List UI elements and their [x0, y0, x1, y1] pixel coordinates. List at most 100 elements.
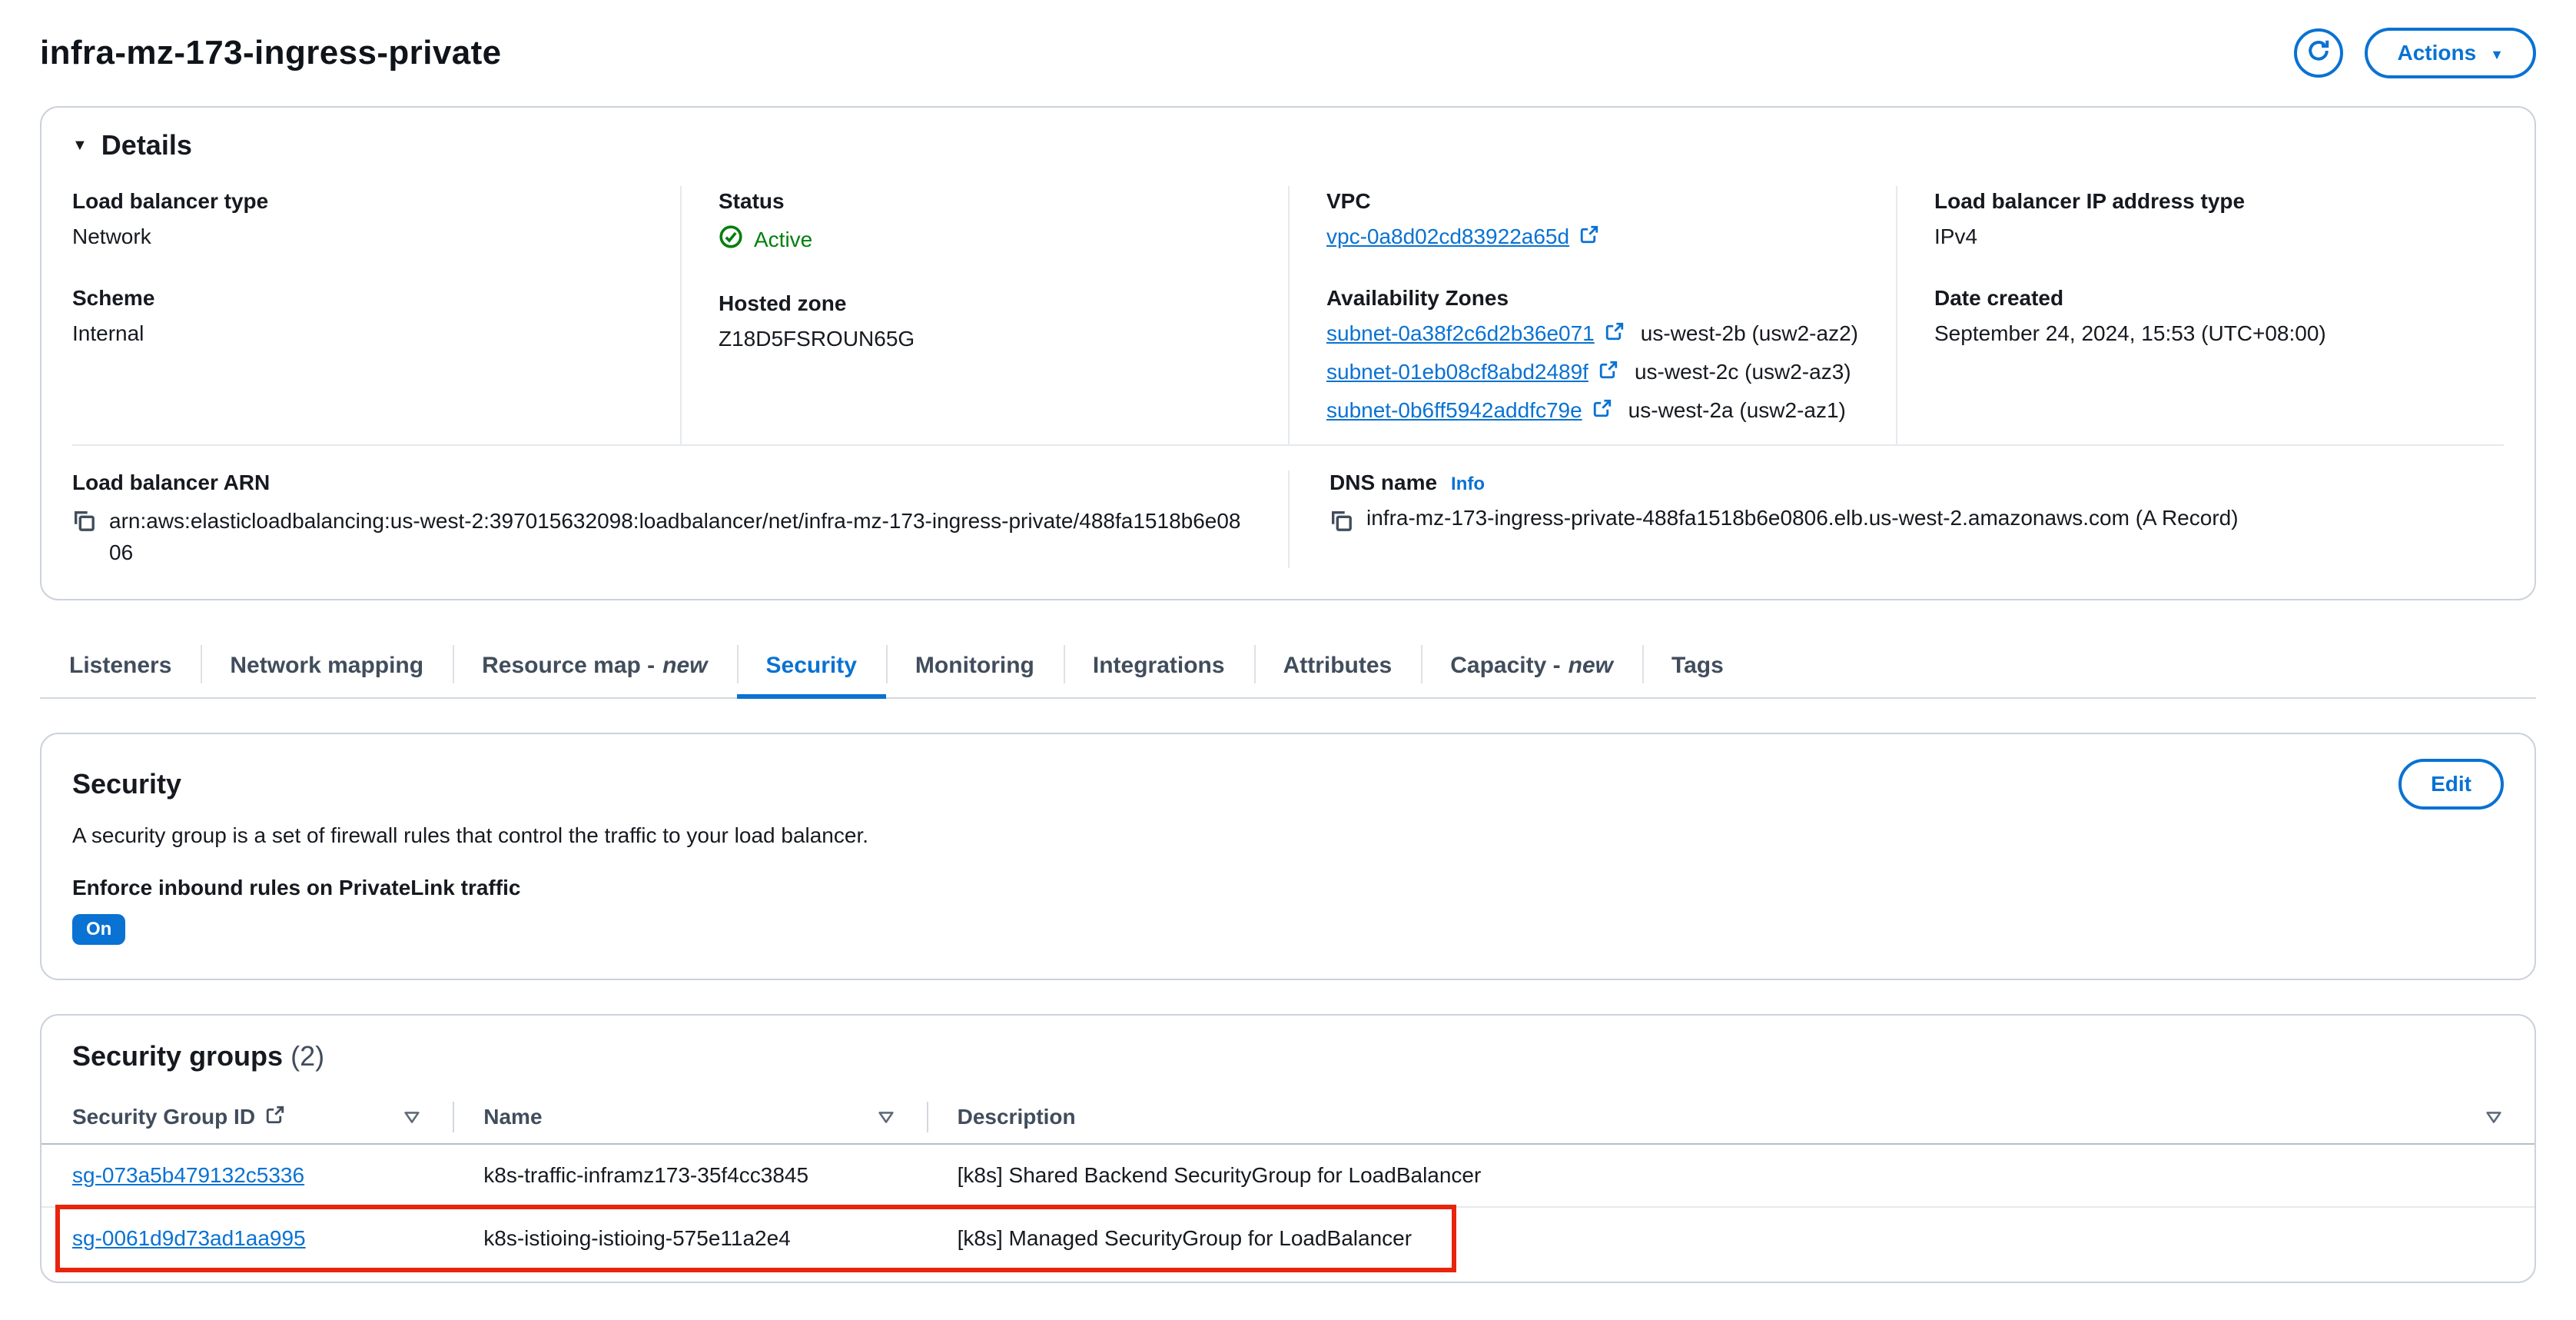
subnet-link[interactable]: subnet-01eb08cf8abd2489f	[1326, 360, 1588, 384]
privatelink-status-badge: On	[72, 914, 126, 946]
dns-value: infra-mz-173-ingress-private-488fa1518b6…	[1366, 506, 2239, 530]
tab-label: Network mapping	[230, 653, 424, 679]
details-column-3: VPC vpc-0a8d02cd83922a65d Availability Z…	[1288, 186, 1896, 444]
field-label: Load balancer type	[72, 189, 269, 213]
field-scheme: Scheme Internal	[72, 286, 643, 346]
security-group-name: k8s-istioing-istioing-575e11a2e4	[483, 1226, 791, 1251]
tab-label: Monitoring	[915, 653, 1034, 679]
security-groups-table: Security Group ID Name Description sg-07…	[41, 1091, 2535, 1282]
column-header-name[interactable]: Name	[453, 1091, 926, 1143]
tab-monitoring[interactable]: Monitoring	[885, 634, 1064, 697]
tab-label: Security	[765, 653, 857, 679]
security-panel: Security Edit A security group is a set …	[40, 733, 2536, 981]
actions-button-label: Actions	[2397, 41, 2477, 65]
security-group-link[interactable]: sg-073a5b479132c5336	[72, 1163, 304, 1187]
load-balancer-page: infra-mz-173-ingress-private Actions ▼ ▼…	[0, 0, 2576, 1320]
table-row: sg-0061d9d73ad1aa995 k8s-istioing-istioi…	[41, 1205, 2535, 1273]
vpc-link[interactable]: vpc-0a8d02cd83922a65d	[1326, 224, 1569, 249]
sort-icon[interactable]	[876, 1107, 896, 1127]
privatelink-label: Enforce inbound rules on PrivateLink tra…	[72, 876, 521, 900]
copy-icon	[1329, 511, 1353, 537]
field-label: Load balancer IP address type	[1934, 189, 2246, 213]
page-header: infra-mz-173-ingress-private Actions ▼	[40, 28, 2536, 78]
security-groups-panel: Security groups (2) Security Group ID Na…	[40, 1014, 2536, 1284]
tab-bar: Listeners Network mapping Resource map -…	[40, 634, 2536, 700]
field-label: Availability Zones	[1326, 286, 1509, 310]
field-status: Status Active	[719, 189, 1251, 254]
dns-info-link[interactable]: Info	[1451, 474, 1485, 495]
az-row: subnet-0b6ff5942addfc79e us-west-2a (usw…	[1326, 398, 1859, 423]
field-availability-zones: Availability Zones subnet-0a38f2c6d2b36e…	[1326, 286, 1859, 423]
subnet-link[interactable]: subnet-0a38f2c6d2b36e071	[1326, 321, 1595, 346]
copy-arn-button[interactable]	[72, 509, 95, 537]
details-column-1: Load balancer type Network Scheme Intern…	[72, 186, 680, 444]
tab-integrations[interactable]: Integrations	[1063, 634, 1254, 697]
tab-capacity[interactable]: Capacity - new	[1421, 634, 1642, 697]
tab-new-badge: new	[662, 653, 708, 679]
az-zone-label: us-west-2c (usw2-az3)	[1634, 360, 1851, 384]
subnet-link[interactable]: subnet-0b6ff5942addfc79e	[1326, 398, 1582, 423]
tab-tags[interactable]: Tags	[1642, 634, 1753, 697]
refresh-button[interactable]	[2294, 28, 2344, 78]
table-header-row: Security Group ID Name Description	[41, 1091, 2535, 1145]
field-label: Scheme	[72, 286, 155, 310]
external-link-icon	[1599, 360, 1618, 384]
tab-label: Integrations	[1092, 653, 1225, 679]
tab-security[interactable]: Security	[736, 634, 887, 700]
header-actions: Actions ▼	[2294, 28, 2536, 78]
column-label: Security Group ID	[72, 1105, 256, 1129]
table-row: sg-073a5b479132c5336 k8s-traffic-inframz…	[41, 1145, 2535, 1206]
security-groups-title: Security groups (2)	[72, 1040, 2504, 1072]
field-value: Z18D5FSROUN65G	[719, 327, 915, 351]
sort-icon[interactable]	[2484, 1107, 2504, 1127]
edit-button[interactable]: Edit	[2398, 759, 2504, 810]
field-value: September 24, 2024, 15:53 (UTC+08:00)	[1934, 321, 2326, 345]
actions-button[interactable]: Actions ▼	[2365, 28, 2536, 78]
field-label: Load balancer ARN	[72, 470, 271, 494]
field-lb-arn: Load balancer ARN arn:aws:elasticloadbal…	[72, 470, 1288, 568]
field-label: VPC	[1326, 189, 1371, 213]
tab-listeners[interactable]: Listeners	[40, 634, 201, 697]
field-label: DNS name	[1329, 470, 1438, 494]
security-description: A security group is a set of firewall ru…	[72, 823, 869, 848]
field-value: Network	[72, 224, 151, 248]
tab-resource-map[interactable]: Resource map - new	[453, 634, 736, 697]
field-hosted-zone: Hosted zone Z18D5FSROUN65G	[719, 291, 1251, 351]
tab-network-mapping[interactable]: Network mapping	[201, 634, 453, 697]
details-panel: ▼ Details Load balancer type Network Sch…	[40, 106, 2536, 601]
status-value: Active	[719, 224, 1251, 254]
check-circle-icon	[719, 224, 743, 254]
az-zone-label: us-west-2b (usw2-az2)	[1640, 321, 1858, 345]
field-value: IPv4	[1934, 224, 1978, 248]
tab-label: Tags	[1671, 653, 1724, 679]
field-label: Date created	[1934, 286, 2064, 310]
column-header-security-group-id[interactable]: Security Group ID	[41, 1091, 453, 1143]
copy-dns-button[interactable]	[1329, 509, 1353, 537]
external-link-icon	[1605, 321, 1624, 346]
edit-button-label: Edit	[2431, 772, 2471, 796]
field-label: Hosted zone	[719, 291, 847, 315]
tab-label: Capacity -	[1450, 653, 1561, 679]
security-group-description: [k8s] Shared Backend SecurityGroup for L…	[957, 1163, 1482, 1188]
field-vpc: VPC vpc-0a8d02cd83922a65d	[1326, 189, 1859, 249]
column-header-description[interactable]: Description	[926, 1091, 2535, 1143]
details-expander[interactable]: ▼ Details	[72, 129, 2504, 161]
field-value: Internal	[72, 321, 144, 345]
external-link-icon	[1593, 398, 1612, 423]
field-date-created: Date created September 24, 2024, 15:53 (…	[1934, 286, 2467, 346]
column-label: Description	[957, 1105, 1076, 1129]
security-group-link[interactable]: sg-0061d9d73ad1aa995	[72, 1226, 306, 1250]
caret-down-icon: ▼	[2490, 47, 2504, 62]
security-group-name: k8s-traffic-inframz173-35f4cc3845	[483, 1163, 809, 1188]
details-grid: Load balancer type Network Scheme Intern…	[72, 186, 2504, 444]
external-link-icon	[1580, 224, 1598, 249]
details-column-2: Status Active Hosted zone Z18D5FSROUN65G	[680, 186, 1288, 444]
status-text: Active	[754, 227, 813, 251]
refresh-icon	[2306, 38, 2331, 68]
tab-label: Listeners	[69, 653, 172, 679]
field-label: Status	[719, 189, 785, 213]
az-row: subnet-0a38f2c6d2b36e071 us-west-2b (usw…	[1326, 321, 1859, 346]
external-link-icon	[266, 1105, 284, 1129]
sort-icon[interactable]	[402, 1107, 422, 1127]
tab-attributes[interactable]: Attributes	[1253, 634, 1422, 697]
